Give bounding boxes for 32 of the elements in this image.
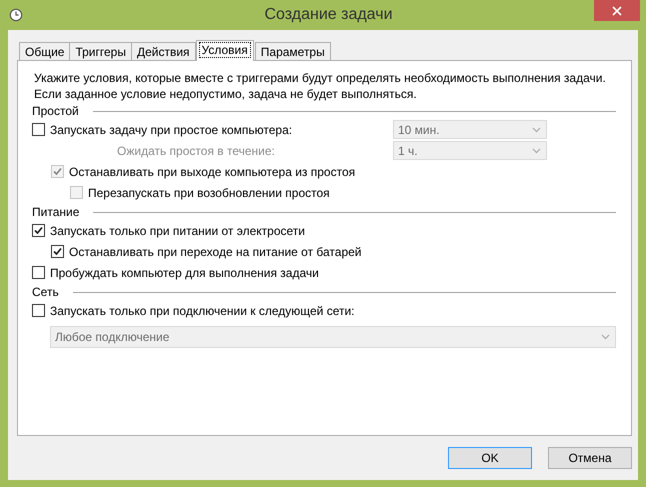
checkbox[interactable] [32, 224, 45, 237]
section-title: Сеть [32, 285, 59, 299]
checkbox-label: Останавливать при переходе на питание от батарей [69, 244, 362, 258]
checkbox-label: Перезапускать при возобновлении простоя [88, 186, 330, 200]
caret-icon [532, 148, 541, 154]
clock-icon [9, 8, 23, 22]
checkbox[interactable] [32, 266, 45, 279]
tab[interactable]: Общие [19, 42, 70, 60]
checkbox-label: Останавливать при выходе компьютера из простоя [69, 164, 356, 178]
checkbox-label: Запускать только при подключении к следующей сети: [50, 304, 354, 318]
description-text: Укажите условия, которые вместе с триггерами будут определять необходимость выполнения задачи. [34, 70, 607, 86]
checkbox[interactable] [32, 304, 45, 317]
cancel-button[interactable]: Отмена [548, 447, 632, 469]
window-title: Создание задачи [264, 6, 394, 24]
ok-button[interactable]: OK [448, 447, 532, 469]
caret-icon [601, 334, 610, 340]
checkbox-label: Запускать только при питании от электросети [50, 224, 305, 238]
description-text: Если заданное условие недопустимо, задача не будет выполняться. [34, 86, 418, 102]
checkbox-label: Пробуждать компьютер для выполнения задачи [50, 266, 319, 280]
tab[interactable]: Параметры [254, 42, 331, 60]
close-icon [612, 6, 622, 16]
checkbox[interactable] [32, 123, 45, 136]
checkbox-label: Запускать задачу при простое компьютера: [50, 122, 292, 136]
checkbox[interactable] [51, 245, 64, 258]
tab[interactable]: Действия [130, 42, 196, 60]
tab[interactable]: Условия [196, 40, 254, 61]
field-label: Ожидать простоя в течение: [117, 144, 275, 158]
tab[interactable]: Триггеры [69, 42, 132, 60]
section-title: Питание [32, 205, 80, 219]
caret-icon [532, 126, 541, 132]
section-title: Простой [32, 104, 79, 118]
close-button[interactable] [594, 0, 640, 21]
